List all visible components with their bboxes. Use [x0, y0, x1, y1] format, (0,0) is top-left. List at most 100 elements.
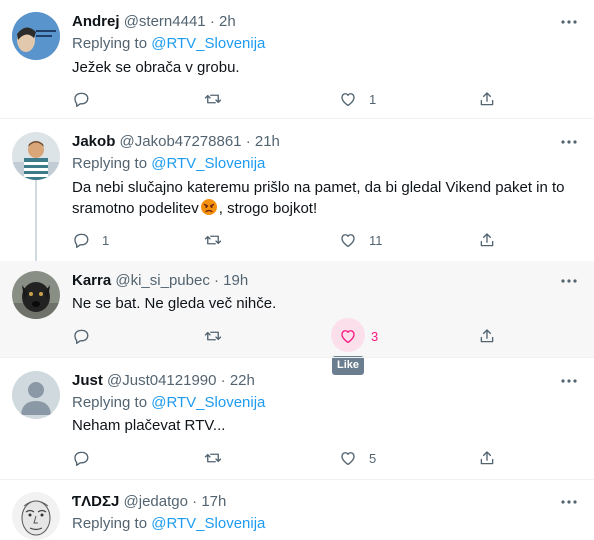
reply-icon [74, 329, 89, 344]
share-button[interactable] [478, 448, 496, 468]
user-handle[interactable]: @jedatgo [124, 493, 188, 510]
tweet-text: Da nebi slučajno kateremu prišlo na pame… [72, 177, 582, 219]
retweet-button[interactable] [204, 326, 234, 346]
user-name[interactable]: Karra [72, 272, 111, 289]
avatar[interactable] [12, 132, 60, 180]
reply-button[interactable]: 1 [72, 230, 109, 250]
user-name[interactable]: Andrej [72, 13, 120, 30]
tweet-text-line-2a: sramotno podelitev [72, 200, 199, 217]
like-button[interactable]: 5 [339, 448, 376, 468]
retweet-button[interactable] [204, 448, 234, 468]
like-button[interactable]: 11 [339, 230, 383, 250]
replying-to-label: Replying to [72, 394, 148, 411]
share-icon [480, 92, 494, 106]
timestamp[interactable]: 19h [223, 272, 248, 289]
replying-to-label: Replying to [72, 155, 148, 172]
share-icon [480, 451, 494, 465]
tweet-text: Ježek se obrača v grobu. [72, 59, 240, 76]
replying-to: Replying to @RTV_Slovenija [72, 514, 265, 534]
reply-button[interactable] [72, 326, 102, 346]
tweet-actions: 1 [72, 89, 512, 109]
separator-dot: · [220, 372, 226, 389]
retweet-button[interactable] [204, 89, 234, 109]
heart-icon [341, 234, 355, 248]
timestamp[interactable]: 2h [219, 13, 236, 30]
share-icon [480, 329, 494, 343]
tweet-header: Andrej @stern4441 · 2h [72, 12, 236, 32]
mention-link[interactable]: @RTV_Slovenija [151, 35, 265, 52]
reply-icon [74, 92, 89, 107]
like-count: 5 [369, 450, 377, 466]
avatar[interactable] [12, 492, 60, 540]
timestamp[interactable]: 21h [255, 133, 280, 150]
avatar[interactable] [12, 12, 60, 60]
retweet-icon [204, 235, 222, 245]
heart-icon [341, 330, 355, 344]
replying-to: Replying to @RTV_Slovenija [72, 34, 265, 54]
like-button[interactable]: 3 [331, 318, 379, 352]
reply-count: 1 [102, 232, 110, 248]
tweet-jakob[interactable]: Jakob @Jakob47278861 · 21h Replying to @… [0, 119, 594, 261]
user-name[interactable]: Just [72, 372, 103, 389]
tweet-actions: 5 [72, 448, 512, 468]
thread-line [35, 179, 37, 261]
more-icon[interactable] [560, 493, 578, 511]
timestamp[interactable]: 22h [230, 372, 255, 389]
retweet-icon [204, 453, 222, 463]
like-count: 3 [371, 328, 379, 344]
more-icon[interactable] [560, 272, 578, 290]
mention-link[interactable]: @RTV_Slovenija [151, 155, 265, 172]
user-handle[interactable]: @Jakob47278861 [120, 133, 242, 150]
tweet-header: Just @Just04121990 · 22h [72, 371, 255, 391]
user-handle[interactable]: @Just04121990 [107, 372, 216, 389]
share-icon [480, 233, 494, 247]
replying-to: Replying to @RTV_Slovenija [72, 154, 265, 174]
user-handle[interactable]: @ki_si_pubec [115, 272, 209, 289]
tweet-tadej[interactable]: ƬΛDΣJ @jedatgo · 17h Replying to @RTV_Sl… [0, 480, 594, 540]
retweet-button[interactable] [204, 230, 234, 250]
retweet-icon [204, 94, 222, 104]
avatar[interactable] [12, 371, 60, 419]
tweet-header: Karra @ki_si_pubec · 19h [72, 271, 248, 291]
user-name[interactable]: ƬΛDΣJ [72, 493, 119, 510]
tweet-just[interactable]: Just @Just04121990 · 22h Replying to @RT… [0, 358, 594, 479]
retweet-icon [204, 331, 222, 341]
separator-dot: · [192, 493, 198, 510]
tweet-text-line-1: Da nebi slučajno kateremu prišlo na pame… [72, 179, 565, 196]
separator-dot: · [245, 133, 251, 150]
tweet-header: Jakob @Jakob47278861 · 21h [72, 132, 280, 152]
reply-button[interactable] [72, 448, 102, 468]
replying-to-label: Replying to [72, 35, 148, 52]
tweet-karra[interactable]: Karra @ki_si_pubec · 19h Ne se bat. Ne g… [0, 261, 594, 357]
replying-to-label: Replying to [72, 515, 148, 532]
tweet-text: Neham plačevat RTV... [72, 417, 226, 434]
reply-icon [74, 451, 89, 466]
like-count: 11 [369, 232, 383, 248]
user-name[interactable]: Jakob [72, 133, 115, 150]
reply-icon [74, 233, 89, 248]
tweet-text-line-2b: , strogo bojkot! [218, 200, 318, 217]
mention-link[interactable]: @RTV_Slovenija [151, 515, 265, 532]
share-button[interactable] [478, 89, 496, 109]
more-icon[interactable] [560, 133, 578, 151]
avatar[interactable] [12, 271, 60, 319]
share-button[interactable] [478, 230, 496, 250]
like-button[interactable]: 1 [339, 89, 376, 109]
like-count: 1 [369, 91, 377, 107]
separator-dot: · [214, 272, 219, 289]
tweet-actions: 3 [72, 318, 512, 352]
share-button[interactable] [478, 326, 496, 346]
reply-button[interactable] [72, 89, 102, 109]
more-icon[interactable] [560, 13, 578, 31]
heart-icon [341, 452, 355, 466]
mention-link[interactable]: @RTV_Slovenija [151, 394, 265, 411]
user-handle[interactable]: @stern4441 [124, 13, 206, 30]
angry-face-icon [200, 199, 217, 215]
tweet-andrej[interactable]: Andrej @stern4441 · 2h Replying to @RTV_… [0, 0, 594, 118]
tweet-actions: 1 11 [72, 230, 512, 250]
tweet-text: Ne se bat. Ne gleda več nihče. [72, 295, 277, 312]
heart-icon [341, 93, 355, 107]
replying-to: Replying to @RTV_Slovenija [72, 393, 265, 413]
more-icon[interactable] [560, 372, 578, 390]
timestamp[interactable]: 17h [201, 493, 226, 510]
